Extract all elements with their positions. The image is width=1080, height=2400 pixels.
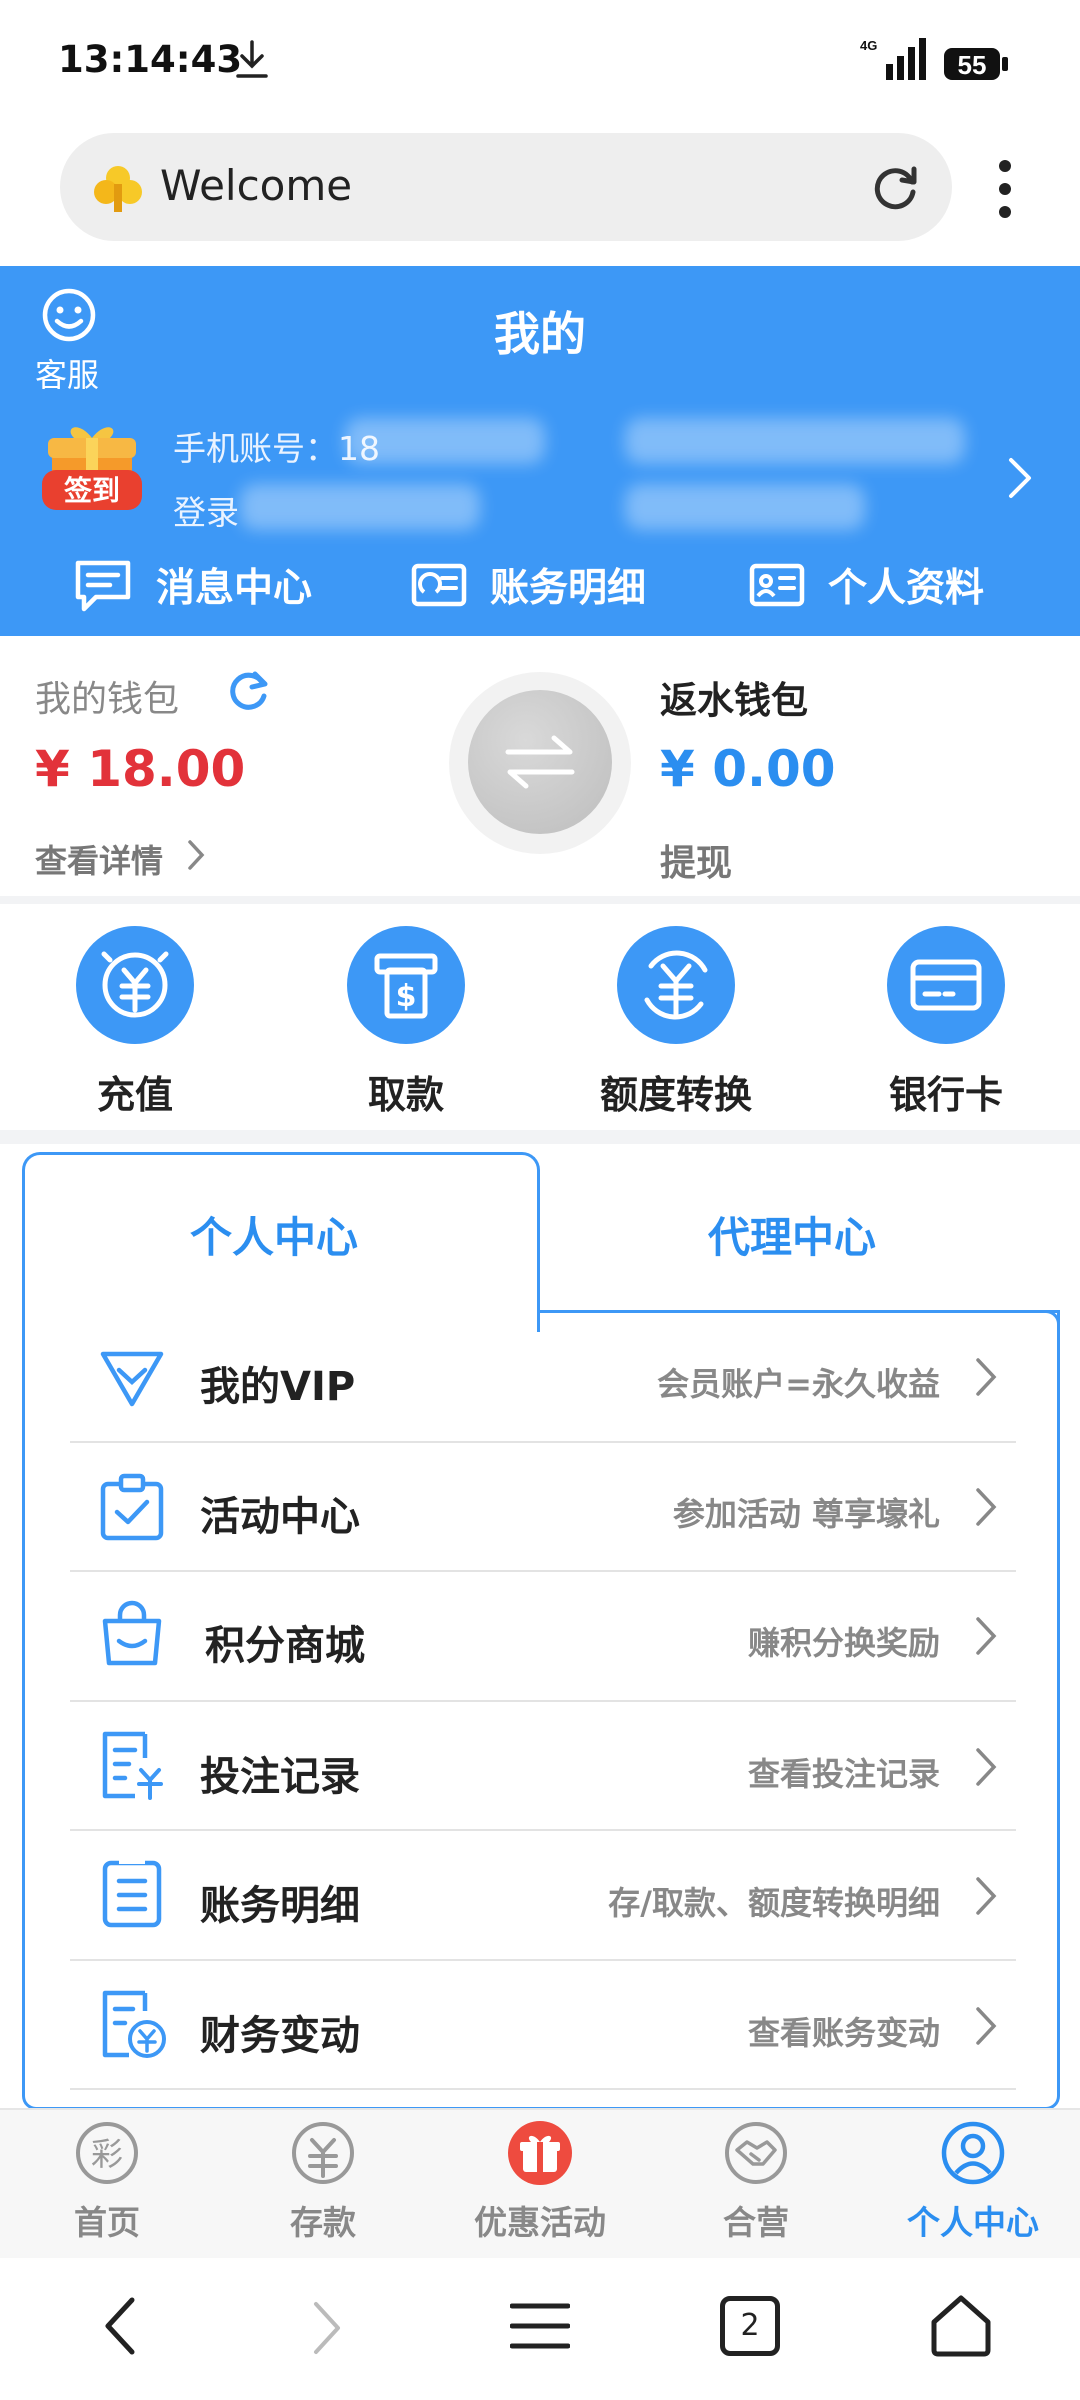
menu-row-title: 财务变动: [200, 2013, 360, 2059]
withdraw-button[interactable]: $: [347, 926, 465, 1044]
tab-agent-center[interactable]: 代理中心: [708, 1204, 876, 1265]
back-arrow-icon[interactable]: [100, 2296, 140, 2356]
battery-level: 55: [958, 50, 987, 80]
battery-icon: 55: [944, 48, 1008, 80]
chevron-right-icon[interactable]: [1005, 456, 1035, 500]
wallet-title: 我的钱包: [35, 679, 180, 720]
menu-row-subtitle: 参加活动 尊享壕礼: [672, 1495, 940, 1533]
account-details-link[interactable]: 账务明细: [410, 555, 646, 615]
login-time-blurred: [240, 484, 480, 530]
reload-icon[interactable]: [866, 158, 924, 216]
login-info-blurred: [625, 484, 865, 530]
rebate-wallet-title: 返水钱包: [660, 679, 808, 722]
transfer-quota-button[interactable]: [617, 926, 735, 1044]
list-icon: [102, 1858, 162, 1928]
nav-home-label[interactable]: 首页: [17, 2196, 197, 2244]
message-center-link[interactable]: 消息中心: [72, 555, 312, 615]
menu-row-title: 我的VIP: [200, 1364, 356, 1410]
menu-row-title: 投注记录: [200, 1754, 360, 1800]
svg-text:彩: 彩: [91, 2135, 123, 2173]
row-divider: [70, 2088, 1016, 2090]
rebate-wallet-balance: ¥ 0.00: [660, 740, 836, 798]
refresh-icon[interactable]: [225, 668, 271, 714]
home-nav-icon[interactable]: 彩: [74, 2120, 140, 2186]
bank-card-button[interactable]: [887, 926, 1005, 1044]
network-type: 4G: [860, 38, 877, 53]
menu-row-title: 活动中心: [200, 1494, 360, 1540]
login-label: 登录: [173, 493, 239, 532]
profile-link[interactable]: 个人资料: [748, 555, 984, 615]
svg-text:$: $: [396, 979, 417, 1014]
menu-row-subtitle: 查看投注记录: [747, 1755, 940, 1793]
menu-icon[interactable]: [510, 2300, 570, 2352]
message-icon: [75, 560, 131, 612]
chevron-right-icon: [976, 1617, 997, 1655]
nav-deposit-label[interactable]: 存款: [233, 2196, 413, 2244]
signin-gift-icon[interactable]: 签到: [38, 420, 146, 520]
chevron-right-icon: [976, 2007, 997, 2045]
chevron-right-icon: [976, 1748, 997, 1786]
menu-row-subtitle: 存/取款、额度转换明细: [608, 1884, 940, 1922]
page-title: 我的: [494, 307, 586, 361]
game-account-blurred: [625, 418, 965, 464]
chevron-right-icon: [976, 1877, 997, 1915]
profile-label: 个人资料: [828, 566, 985, 611]
menu-row-title: 账务明细: [200, 1883, 360, 1929]
diamond-icon: [100, 1351, 164, 1407]
finance-icon: [102, 1990, 166, 2058]
status-time: 13:14:43: [58, 38, 243, 81]
more-menu-icon[interactable]: [990, 158, 1020, 220]
nav-promotions-label[interactable]: 优惠活动: [450, 2196, 630, 2244]
menu-row-subtitle: 赚积分换奖励: [747, 1624, 940, 1662]
menu-row-subtitle: 查看账务变动: [747, 2014, 940, 2052]
deposit-nav-icon[interactable]: [290, 2120, 356, 2186]
bet-record-icon: [102, 1731, 163, 1800]
account-details-label: 账务明细: [490, 566, 647, 611]
divider: [0, 896, 1080, 904]
tab-personal-center-label[interactable]: 个人中心: [190, 1204, 358, 1265]
chevron-right-icon: [188, 840, 205, 870]
bank-card-label[interactable]: 银行卡: [846, 1064, 1046, 1119]
deposit-label[interactable]: 充值: [35, 1064, 235, 1119]
menu-row-title: 积分商城: [205, 1623, 365, 1669]
shopping-bag-icon: [102, 1600, 162, 1666]
transfer-quota-label[interactable]: 额度转换: [576, 1064, 776, 1119]
id-card-icon: [749, 563, 805, 607]
swap-arrows-icon: [505, 735, 575, 789]
nav-partner-label[interactable]: 合营: [666, 2196, 846, 2244]
forward-arrow-icon[interactable]: [310, 2300, 346, 2356]
view-details-link[interactable]: 查看详情: [35, 836, 163, 882]
message-center-label: 消息中心: [156, 566, 313, 611]
menu-row-subtitle: 会员账户=永久收益: [657, 1365, 940, 1403]
user-profile-icon[interactable]: [940, 2120, 1006, 2186]
url-text[interactable]: Welcome: [160, 161, 352, 210]
clipboard-check-icon: [100, 1473, 164, 1541]
signal-icon: 4G: [860, 38, 926, 80]
bank-card-icon: [910, 959, 982, 1011]
wallet-balance: ¥ 18.00: [35, 740, 246, 798]
divider: [0, 1130, 1080, 1144]
withdraw-label[interactable]: 取款: [306, 1064, 506, 1119]
site-logo-icon: [94, 166, 142, 212]
atm-icon: $: [374, 953, 438, 1019]
exchange-icon: [644, 950, 708, 1020]
withdraw-link[interactable]: 提现: [660, 834, 732, 886]
statement-icon: [411, 563, 467, 607]
chevron-right-icon: [976, 1488, 997, 1526]
handshake-icon[interactable]: [723, 2120, 789, 2186]
download-icon: [236, 40, 268, 78]
promotion-gift-icon[interactable]: [507, 2120, 573, 2186]
nav-profile-label[interactable]: 个人中心: [883, 2196, 1063, 2244]
deposit-icon: [101, 951, 169, 1018]
home-icon[interactable]: [928, 2294, 994, 2358]
account-number-blurred: [345, 418, 545, 464]
deposit-button[interactable]: [76, 926, 194, 1044]
tabs-button[interactable]: 2: [720, 2296, 780, 2356]
signin-label: 签到: [64, 474, 120, 507]
chevron-right-icon: [976, 1358, 997, 1396]
